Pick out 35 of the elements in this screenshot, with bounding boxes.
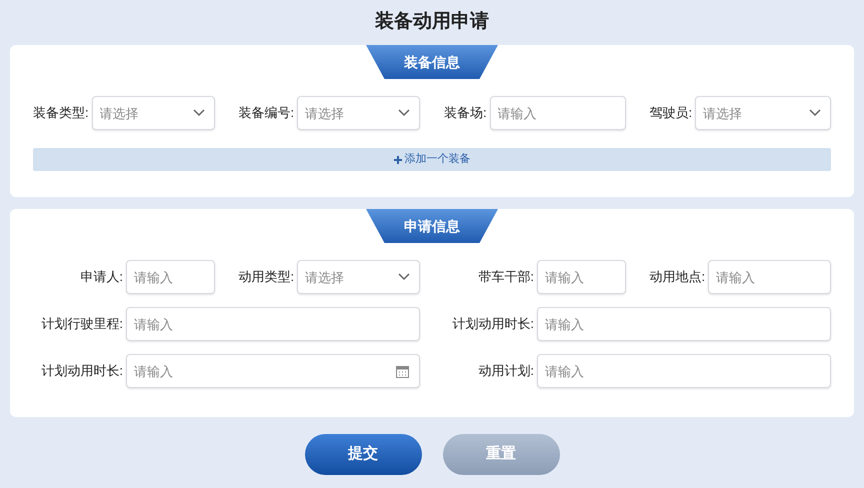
- field-label: 计划行驶里程:: [40, 315, 123, 334]
- calendar-icon: [396, 364, 409, 378]
- field-label: 计划动用时长:: [40, 362, 123, 380]
- input-field[interactable]: 请输入: [537, 307, 831, 341]
- section-header: 申请信息: [366, 209, 498, 243]
- field-label: 装备场:: [444, 104, 487, 122]
- field-label: 动用地点:: [650, 268, 706, 286]
- field-label: 装备编号:: [238, 104, 294, 122]
- field-label: 动用类型:: [238, 268, 294, 286]
- page-title: 装备动用申请: [374, 10, 490, 34]
- select-field[interactable]: 请选择: [297, 260, 420, 294]
- field-label: 动用计划:: [477, 362, 534, 380]
- select-field[interactable]: 请选择: [297, 96, 420, 130]
- input-field[interactable]: 请输入: [126, 307, 420, 341]
- submit-button[interactable]: 提交: [304, 434, 422, 475]
- plus-icon: [394, 156, 402, 164]
- input-field[interactable]: 请输入: [537, 354, 831, 388]
- add-equipment-button[interactable]: 添加一个装备: [33, 148, 831, 171]
- date-field[interactable]: 请输入: [126, 354, 420, 388]
- input-field[interactable]: 请输入: [537, 260, 626, 294]
- chevron-down-icon: [809, 109, 821, 117]
- field-label: 申请人:: [79, 268, 123, 286]
- chevron-down-icon: [398, 273, 410, 281]
- chevron-down-icon: [192, 109, 204, 117]
- input-field[interactable]: 请输入: [708, 260, 831, 294]
- input-field[interactable]: 请输入: [490, 96, 626, 130]
- select-field[interactable]: 请选择: [695, 96, 831, 130]
- field-label: 计划动用时长:: [451, 315, 534, 334]
- field-label: 装备类型:: [33, 104, 89, 122]
- select-field[interactable]: 请选择: [92, 96, 214, 130]
- field-label: 带车干部:: [477, 268, 534, 286]
- chevron-down-icon: [398, 109, 410, 117]
- section-header: 装备信息: [366, 45, 498, 79]
- input-field[interactable]: 请输入: [126, 260, 214, 294]
- field-label: 驾驶员:: [650, 104, 692, 122]
